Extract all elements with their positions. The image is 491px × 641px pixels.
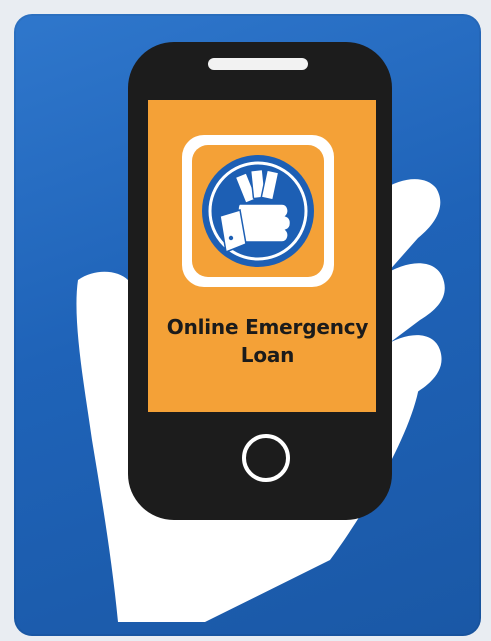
app-title-line2: Loan: [240, 343, 295, 367]
app-title-line1: Online Emergency: [166, 315, 369, 339]
speaker-slot: [208, 58, 308, 70]
loan-app-icon[interactable]: [182, 135, 334, 287]
app-title: Online Emergency Loan: [150, 313, 385, 369]
loan-sign-stage: Online Emergency Loan: [0, 0, 491, 641]
